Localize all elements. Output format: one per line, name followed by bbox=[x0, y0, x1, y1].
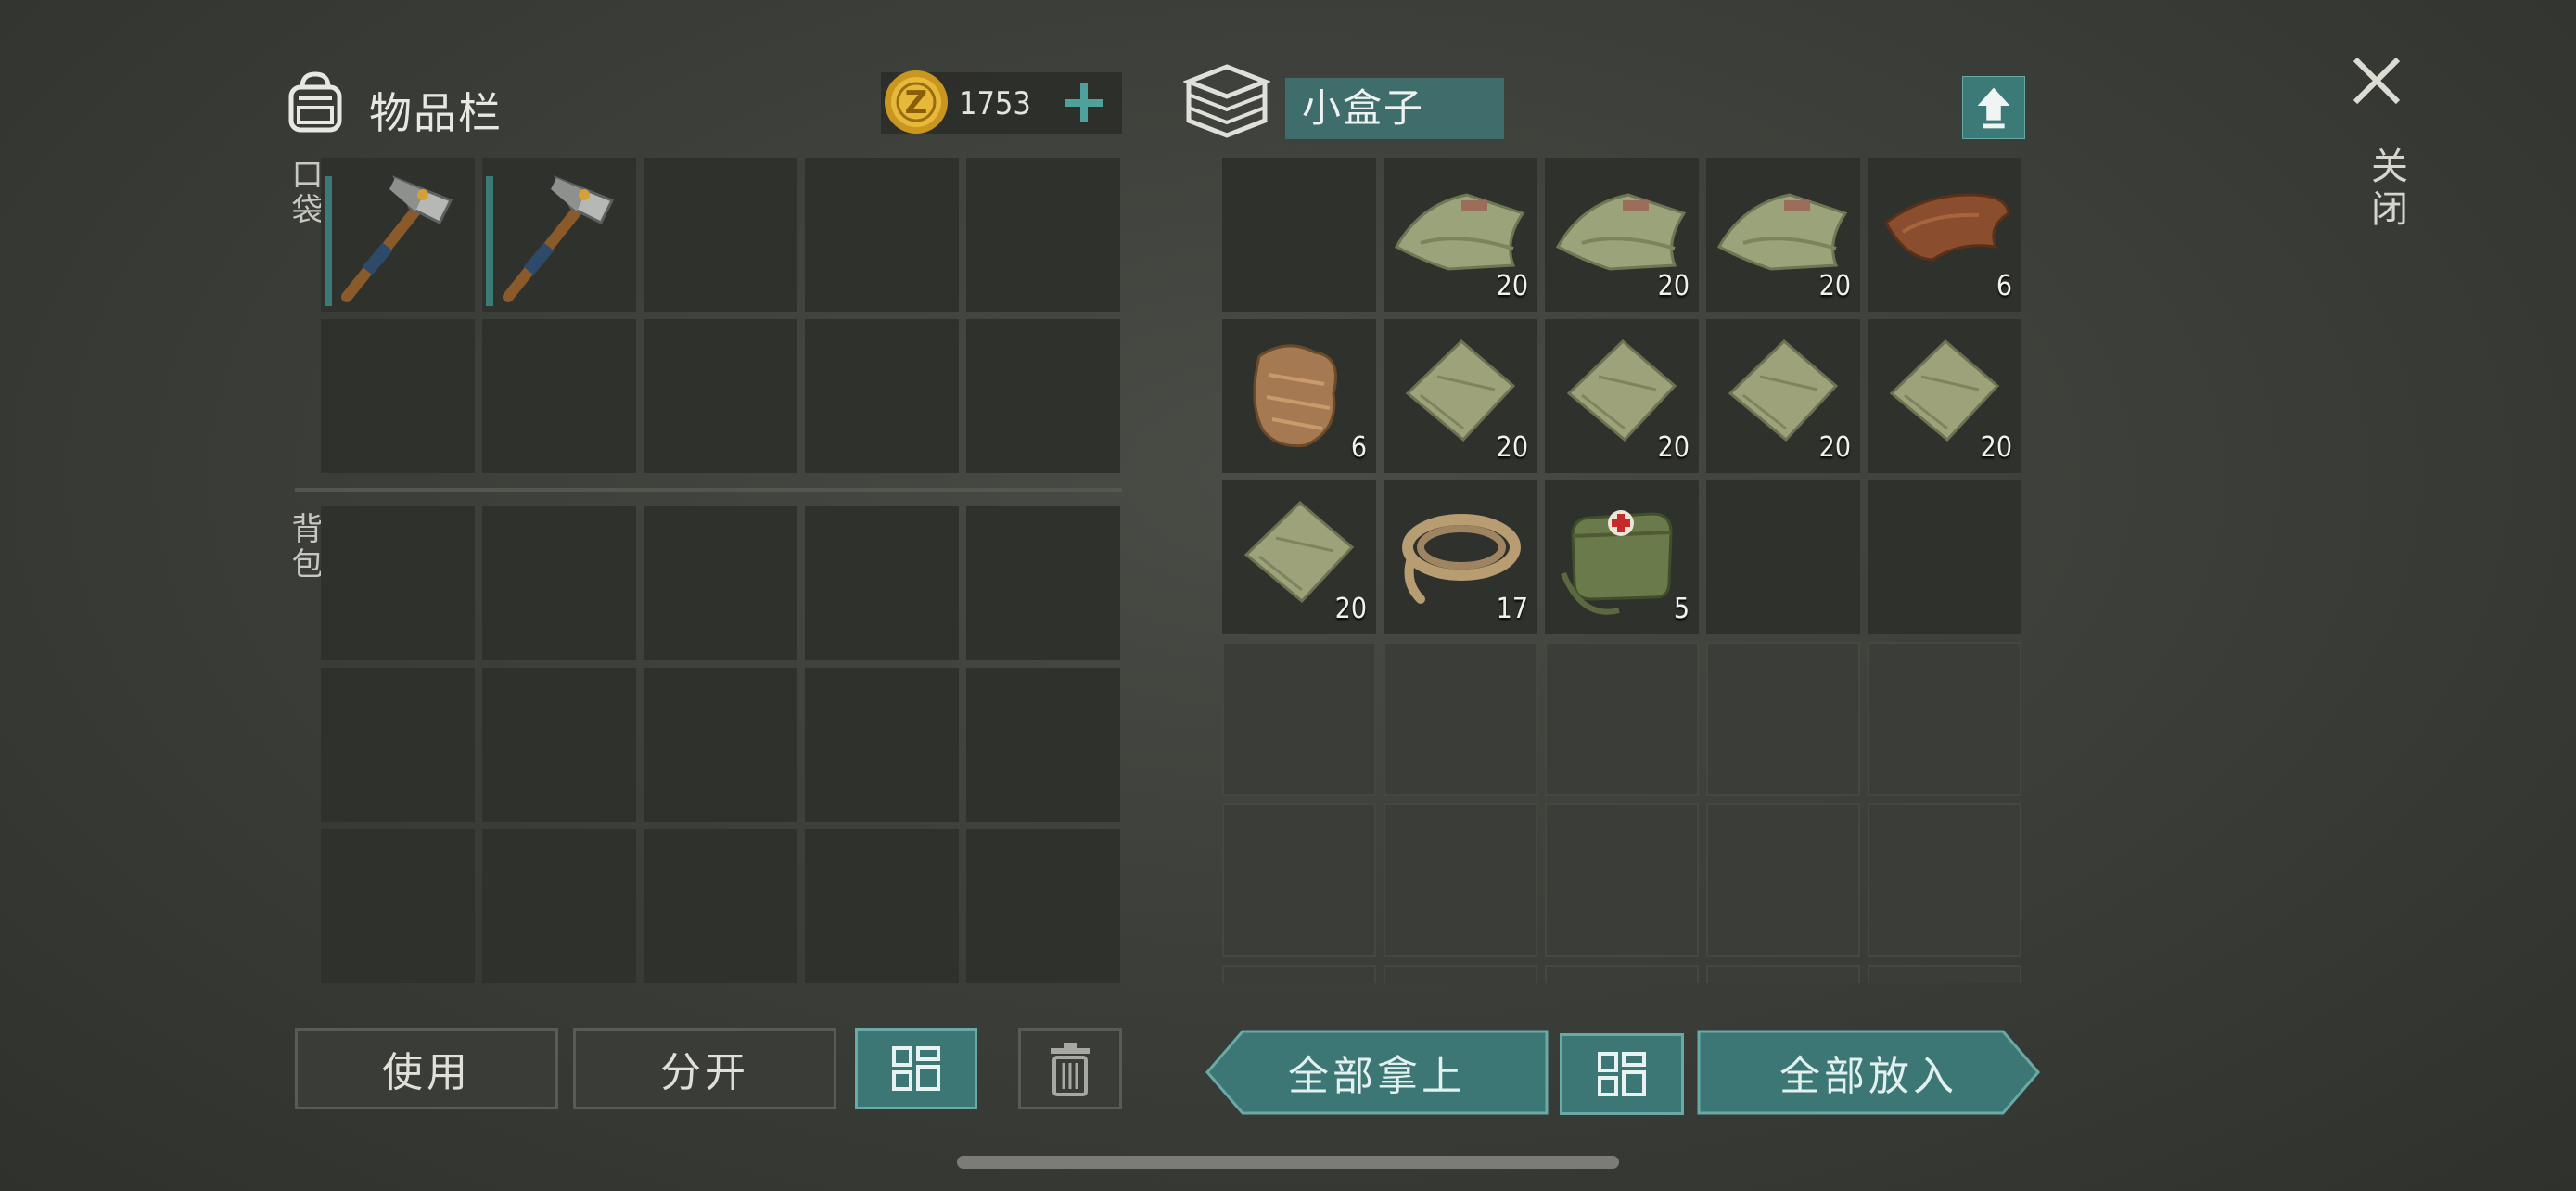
inventory-slot[interactable] bbox=[805, 319, 959, 473]
item-quantity: 20 bbox=[1818, 431, 1851, 464]
split-button-label: 分开 bbox=[660, 1049, 749, 1096]
container-grid: 20 20 20 6 6 20 20 20 20 20 17 5 bbox=[1222, 158, 2021, 983]
container-slot[interactable]: 20 bbox=[1706, 319, 1860, 473]
inventory-slot[interactable] bbox=[966, 319, 1120, 473]
container-slot[interactable]: 20 bbox=[1384, 319, 1537, 473]
inventory-slot[interactable] bbox=[321, 506, 475, 660]
inventory-slot[interactable] bbox=[482, 158, 636, 312]
inventory-slot[interactable] bbox=[321, 319, 475, 473]
locked-slot bbox=[1384, 965, 1537, 983]
item-quantity: 20 bbox=[1334, 593, 1367, 625]
container-slot[interactable] bbox=[1868, 480, 2021, 634]
trash-icon bbox=[1051, 1043, 1090, 1096]
item-quantity: 20 bbox=[1496, 431, 1528, 464]
take-all-button[interactable]: 全部拿上 bbox=[1205, 1030, 1549, 1115]
locked-slot bbox=[1222, 965, 1376, 983]
item-quantity: 17 bbox=[1496, 593, 1528, 625]
inventory-slot[interactable] bbox=[321, 158, 475, 312]
use-button-label: 使用 bbox=[382, 1049, 471, 1096]
use-button[interactable]: 使用 bbox=[295, 1028, 558, 1109]
container-slot[interactable]: 17 bbox=[1384, 480, 1537, 634]
container-slot[interactable]: 6 bbox=[1868, 158, 2021, 312]
locked-slot bbox=[1222, 803, 1376, 957]
inventory-slot[interactable] bbox=[644, 319, 797, 473]
box-icon bbox=[1183, 64, 1270, 138]
locked-slot bbox=[1868, 803, 2021, 957]
pickaxe-icon bbox=[341, 175, 453, 302]
grid-sort-icon bbox=[1598, 1052, 1646, 1096]
locked-slot bbox=[1545, 642, 1699, 796]
container-slot[interactable] bbox=[1706, 480, 1860, 634]
home-indicator[interactable] bbox=[957, 1156, 1619, 1169]
container-slot[interactable]: 20 bbox=[1545, 319, 1699, 473]
close-icon[interactable] bbox=[2344, 48, 2409, 113]
inventory-slot[interactable] bbox=[966, 158, 1120, 312]
put-all-button[interactable]: 全部放入 bbox=[1697, 1030, 2040, 1115]
split-button[interactable]: 分开 bbox=[573, 1028, 836, 1109]
inventory-slot[interactable] bbox=[805, 668, 959, 822]
close-label[interactable]: 关闭 bbox=[2359, 147, 2413, 232]
take-all-label: 全部拿上 bbox=[1288, 1053, 1466, 1100]
locked-slot bbox=[1222, 642, 1376, 796]
add-coins-button[interactable] bbox=[1059, 78, 1109, 128]
pocket-grid bbox=[321, 158, 1120, 473]
item-quantity: 20 bbox=[1496, 270, 1528, 302]
container-name-field[interactable]: 小盒子 bbox=[1285, 78, 1504, 139]
inventory-slot[interactable] bbox=[321, 829, 475, 983]
locked-slot bbox=[1545, 965, 1699, 983]
locked-slot bbox=[1384, 642, 1537, 796]
locked-slot bbox=[1706, 642, 1860, 796]
upload-button[interactable] bbox=[1962, 76, 2025, 139]
inventory-slot[interactable] bbox=[966, 506, 1120, 660]
backpack-icon bbox=[288, 71, 342, 133]
inventory-slot[interactable] bbox=[966, 829, 1120, 983]
locked-slot bbox=[1706, 803, 1860, 957]
sort-container-button[interactable] bbox=[1560, 1033, 1684, 1115]
locked-slot bbox=[1706, 965, 1860, 983]
inventory-slot[interactable] bbox=[482, 668, 636, 822]
coin-count: 1753 bbox=[959, 85, 1031, 122]
inventory-slot[interactable] bbox=[321, 668, 475, 822]
item-quantity: 20 bbox=[1818, 270, 1851, 302]
inventory-slot[interactable] bbox=[805, 506, 959, 660]
inventory-title: 物品栏 bbox=[369, 88, 503, 138]
inventory-slot[interactable] bbox=[805, 829, 959, 983]
inventory-slot[interactable] bbox=[482, 506, 636, 660]
item-quantity: 6 bbox=[1350, 431, 1367, 464]
locked-slot bbox=[1868, 965, 2021, 983]
inventory-slot[interactable] bbox=[482, 829, 636, 983]
container-slot[interactable]: 20 bbox=[1384, 158, 1537, 312]
sort-inventory-button[interactable] bbox=[855, 1028, 977, 1109]
pickaxe-icon bbox=[503, 175, 615, 302]
item-quantity: 20 bbox=[1980, 431, 2012, 464]
inventory-slot[interactable] bbox=[644, 668, 797, 822]
item-quantity: 6 bbox=[1996, 270, 2012, 302]
container-slot[interactable] bbox=[1222, 158, 1376, 312]
locked-slot bbox=[1384, 803, 1537, 957]
container-slot[interactable]: 5 bbox=[1545, 480, 1699, 634]
inventory-slot[interactable] bbox=[644, 829, 797, 983]
container-slot[interactable]: 6 bbox=[1222, 319, 1376, 473]
item-quantity: 5 bbox=[1673, 593, 1690, 625]
svg-text:Z: Z bbox=[905, 84, 928, 122]
inventory-slot[interactable] bbox=[644, 506, 797, 660]
inventory-slot[interactable] bbox=[805, 158, 959, 312]
trash-button[interactable] bbox=[1018, 1028, 1122, 1109]
item-quantity: 20 bbox=[1657, 270, 1690, 302]
locked-slot bbox=[1868, 642, 2021, 796]
item-quantity: 20 bbox=[1657, 431, 1690, 464]
locked-slot bbox=[1545, 803, 1699, 957]
inventory-slot[interactable] bbox=[482, 319, 636, 473]
backpack-grid bbox=[321, 506, 1120, 983]
section-divider bbox=[295, 488, 1122, 492]
coin-icon: Z bbox=[885, 70, 948, 134]
put-all-label: 全部放入 bbox=[1779, 1053, 1958, 1100]
inventory-slot[interactable] bbox=[966, 668, 1120, 822]
container-slot[interactable]: 20 bbox=[1706, 158, 1860, 312]
inventory-slot[interactable] bbox=[644, 158, 797, 312]
container-slot[interactable]: 20 bbox=[1545, 158, 1699, 312]
grid-sort-icon bbox=[892, 1046, 940, 1091]
container-slot[interactable]: 20 bbox=[1868, 319, 2021, 473]
container-slot[interactable]: 20 bbox=[1222, 480, 1376, 634]
